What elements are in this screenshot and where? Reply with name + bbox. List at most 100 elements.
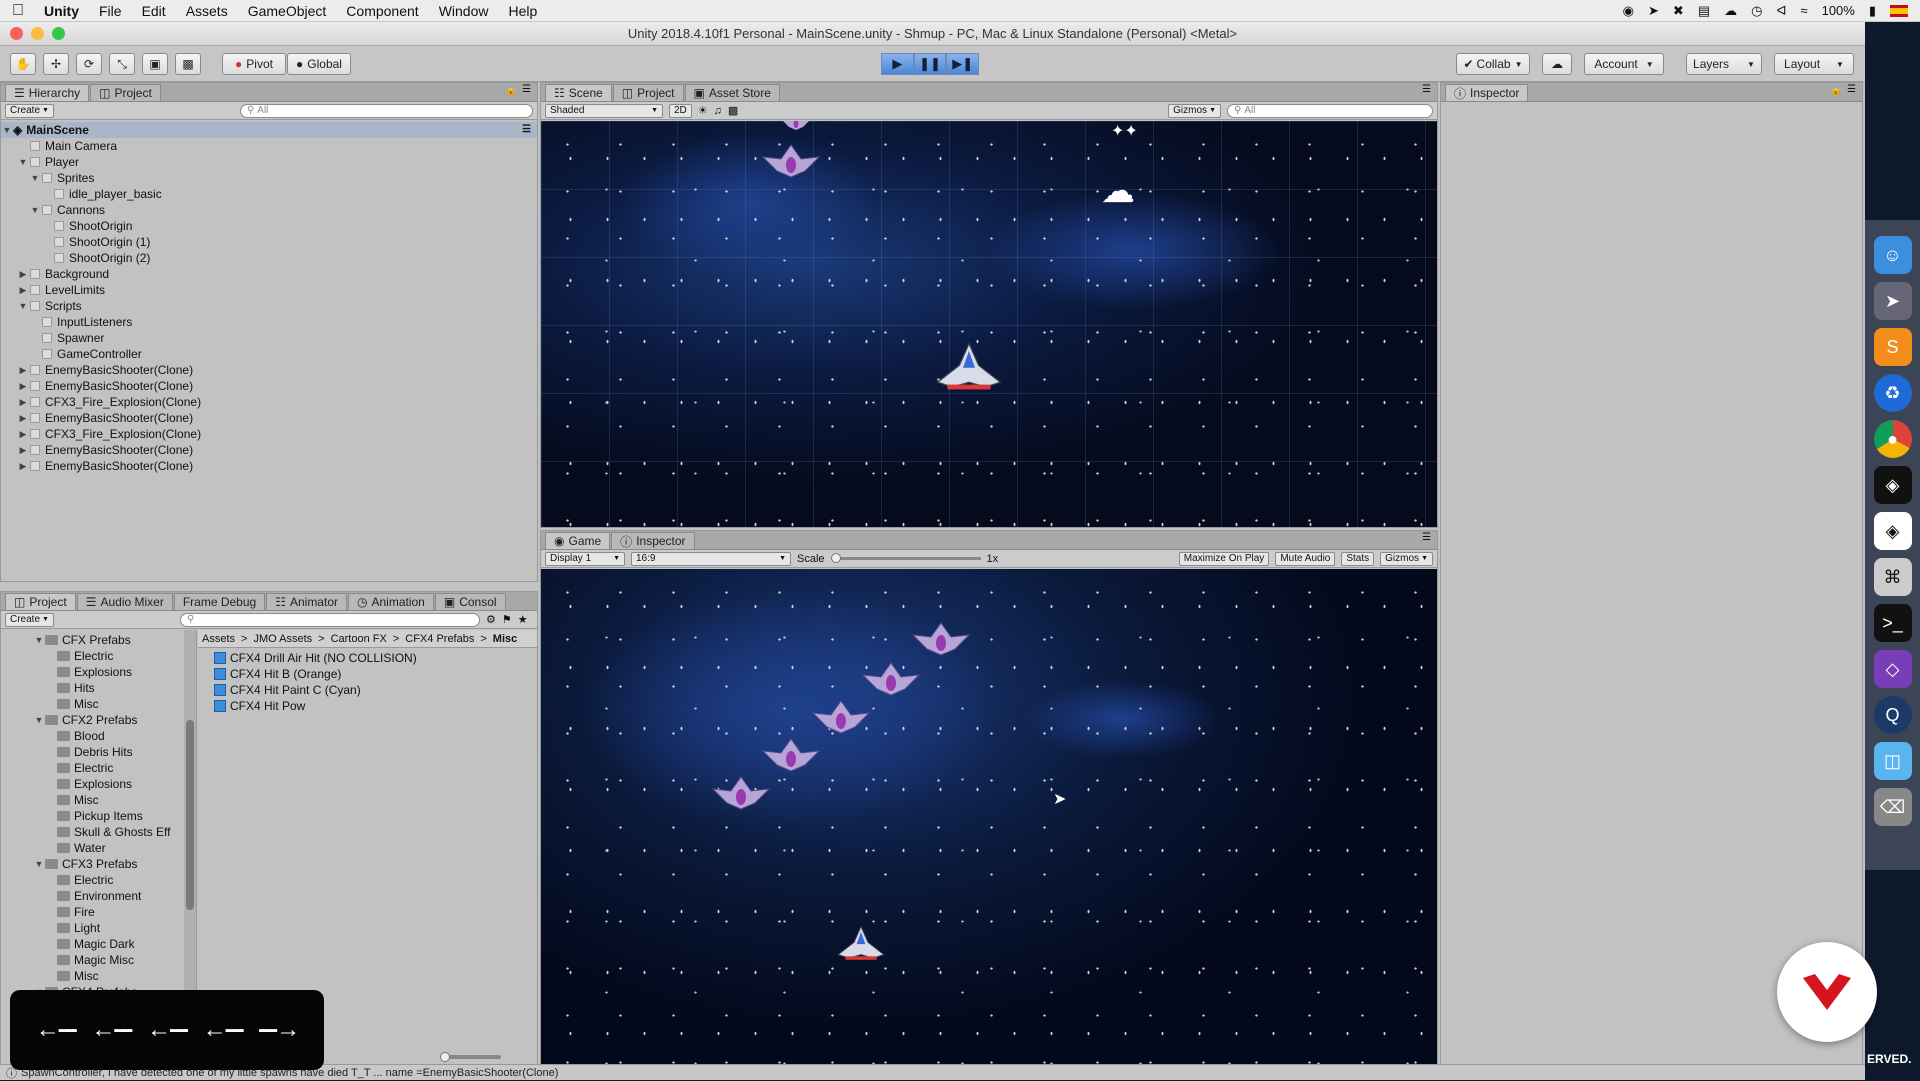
- asset-list-item[interactable]: CFX4 Hit Pow: [214, 698, 537, 714]
- tree-item[interactable]: ▼ Scripts: [1, 298, 537, 314]
- expand-arrow-icon[interactable]: ▼: [1, 122, 13, 138]
- tree-item[interactable]: Environment: [1, 888, 196, 904]
- favorite-star-icon[interactable]: ★: [518, 613, 528, 626]
- mute-audio-toggle[interactable]: Mute Audio: [1275, 551, 1336, 566]
- play-button[interactable]: ▶: [881, 53, 914, 75]
- tree-item[interactable]: Magic Dark: [1, 936, 196, 952]
- tab-project[interactable]: ◫ Project: [90, 84, 161, 101]
- tree-item[interactable]: Water: [1, 840, 196, 856]
- expand-arrow-icon[interactable]: ▶: [17, 394, 29, 410]
- slider-thumb[interactable]: [830, 553, 841, 563]
- panel-menu-icon[interactable]: ☰: [1422, 532, 1431, 543]
- trash-icon[interactable]: ⌫: [1873, 788, 1912, 826]
- tree-item[interactable]: ShootOrigin (2): [1, 250, 537, 266]
- record-icon[interactable]: ◉: [1623, 3, 1634, 19]
- panel-menu-icon[interactable]: ☰: [1847, 84, 1856, 95]
- hierarchy-create-dropdown[interactable]: Create ▼: [5, 103, 54, 118]
- tab-project-scene[interactable]: ◫ Project: [612, 84, 684, 101]
- tree-item[interactable]: ▶ EnemyBasicShooter(Clone): [1, 458, 537, 474]
- enemy-ship[interactable]: [861, 659, 921, 699]
- tab-inspector[interactable]: ⓘ Inspector: [1445, 84, 1529, 101]
- battery-percentage[interactable]: 100%: [1822, 3, 1855, 18]
- slider-thumb[interactable]: [440, 1052, 450, 1062]
- cloud-icon[interactable]: ☁: [1724, 3, 1737, 19]
- tab-asset-store[interactable]: ▣ Asset Store: [684, 84, 780, 101]
- tab-animator[interactable]: ☷ Animator: [266, 593, 347, 610]
- icon-size-slider[interactable]: [440, 1052, 501, 1062]
- expand-arrow-icon[interactable]: ▶: [17, 442, 29, 458]
- tree-item[interactable]: ▶ CFX3_Fire_Explosion(Clone): [1, 426, 537, 442]
- tree-item[interactable]: idle_player_basic: [1, 186, 537, 202]
- menu-assets[interactable]: Assets: [186, 3, 228, 19]
- tree-item[interactable]: Main Camera: [1, 138, 537, 154]
- tree-item[interactable]: Explosions: [1, 664, 196, 680]
- scale-tool-button[interactable]: ⤡: [109, 53, 135, 75]
- tree-item[interactable]: Electric: [1, 760, 196, 776]
- tree-item[interactable]: Fire: [1, 904, 196, 920]
- cloud-button[interactable]: ☁: [1542, 53, 1572, 75]
- camera-gizmo-icon[interactable]: ☁: [1101, 171, 1135, 211]
- scene-root[interactable]: ▼ ◈ MainScene ☰: [1, 122, 537, 138]
- input-source-flag-icon[interactable]: [1890, 4, 1908, 17]
- tree-item[interactable]: ▼ CFX Prefabs: [1, 632, 196, 648]
- breadcrumb-item[interactable]: Assets: [202, 633, 235, 645]
- tree-item[interactable]: Debris Hits: [1, 744, 196, 760]
- send-icon[interactable]: ➤: [1648, 3, 1659, 19]
- tree-item[interactable]: Misc: [1, 968, 196, 984]
- hand-tool-button[interactable]: ✋: [10, 53, 36, 75]
- gizmos-dropdown[interactable]: Gizmos ▼: [1168, 103, 1221, 118]
- move-tool-button[interactable]: ✢: [43, 53, 69, 75]
- tab-console[interactable]: ▣ Consol: [434, 593, 506, 610]
- wifi-icon[interactable]: ≈: [1800, 3, 1807, 18]
- tree-item[interactable]: Electric: [1, 648, 196, 664]
- close-window-button[interactable]: [10, 27, 23, 40]
- toggle-2d-button[interactable]: 2D: [669, 103, 692, 118]
- filter-type-icon[interactable]: ⚙: [486, 613, 496, 626]
- pause-button[interactable]: ❚❚: [913, 53, 947, 75]
- tab-audio-mixer[interactable]: ☰ Audio Mixer: [76, 593, 173, 610]
- tree-item[interactable]: ▶ CFX3_Fire_Explosion(Clone): [1, 394, 537, 410]
- tab-frame-debug[interactable]: Frame Debug: [173, 593, 266, 610]
- breadcrumb-item[interactable]: CFX4 Prefabs: [405, 633, 474, 645]
- project-create-dropdown[interactable]: Create ▼: [5, 612, 54, 627]
- tree-item[interactable]: ▶ EnemyBasicShooter(Clone): [1, 378, 537, 394]
- project-search-input[interactable]: ⚲: [179, 612, 480, 627]
- launchpad-app-icon[interactable]: ➤: [1873, 282, 1912, 320]
- expand-arrow-icon[interactable]: ▼: [29, 202, 41, 218]
- tab-game[interactable]: ◉ Game: [545, 532, 611, 549]
- expand-arrow-icon[interactable]: ▶: [17, 378, 29, 394]
- chrome-app-icon[interactable]: ●: [1873, 420, 1912, 458]
- enemy-ship[interactable]: [911, 619, 971, 659]
- shading-mode-dropdown[interactable]: Shaded ▼: [545, 103, 663, 118]
- tree-item[interactable]: ▶ EnemyBasicShooter(Clone): [1, 362, 537, 378]
- menu-gameobject[interactable]: GameObject: [248, 3, 327, 19]
- maximize-on-play-toggle[interactable]: Maximize On Play: [1178, 551, 1270, 566]
- finder-app-icon[interactable]: ☺: [1873, 236, 1912, 274]
- hierarchy-search-input[interactable]: ⚲ All: [239, 103, 533, 118]
- light-gizmo-icon[interactable]: ✦✦: [1111, 121, 1138, 141]
- tab-hierarchy[interactable]: ☰ Hierarchy: [5, 84, 90, 101]
- instruments-app-icon[interactable]: ♻: [1873, 374, 1912, 412]
- tree-item[interactable]: Spawner: [1, 330, 537, 346]
- panel-menu-icon[interactable]: ☰: [1422, 84, 1431, 95]
- enemy-ship[interactable]: [811, 697, 871, 737]
- game-gizmos-dropdown[interactable]: Gizmos ▼: [1380, 551, 1433, 566]
- asset-list-item[interactable]: CFX4 Hit B (Orange): [214, 666, 537, 682]
- audio-icon[interactable]: ♫: [714, 105, 722, 117]
- tree-item[interactable]: Explosions: [1, 776, 196, 792]
- tree-item[interactable]: Hits: [1, 680, 196, 696]
- global-toggle[interactable]: ● Global: [287, 53, 351, 75]
- menu-app-name[interactable]: Unity: [44, 3, 79, 19]
- unity-app-icon[interactable]: ◈: [1873, 466, 1912, 504]
- display-dropdown[interactable]: Display 1 ▼: [545, 551, 625, 566]
- player-ship[interactable]: [933, 341, 1005, 397]
- tab-project-bottom[interactable]: ◫ Project: [5, 593, 76, 610]
- expand-arrow-icon[interactable]: ▼: [33, 712, 45, 728]
- unity-hub-app-icon[interactable]: ◈: [1873, 512, 1912, 550]
- rect-tool-button[interactable]: ▣: [142, 53, 168, 75]
- enemy-ship[interactable]: [711, 773, 771, 813]
- menu-edit[interactable]: Edit: [142, 3, 166, 19]
- tab-scene[interactable]: ☷ Scene: [545, 84, 612, 101]
- tree-item[interactable]: InputListeners: [1, 314, 537, 330]
- breadcrumb-item[interactable]: JMO Assets: [253, 633, 312, 645]
